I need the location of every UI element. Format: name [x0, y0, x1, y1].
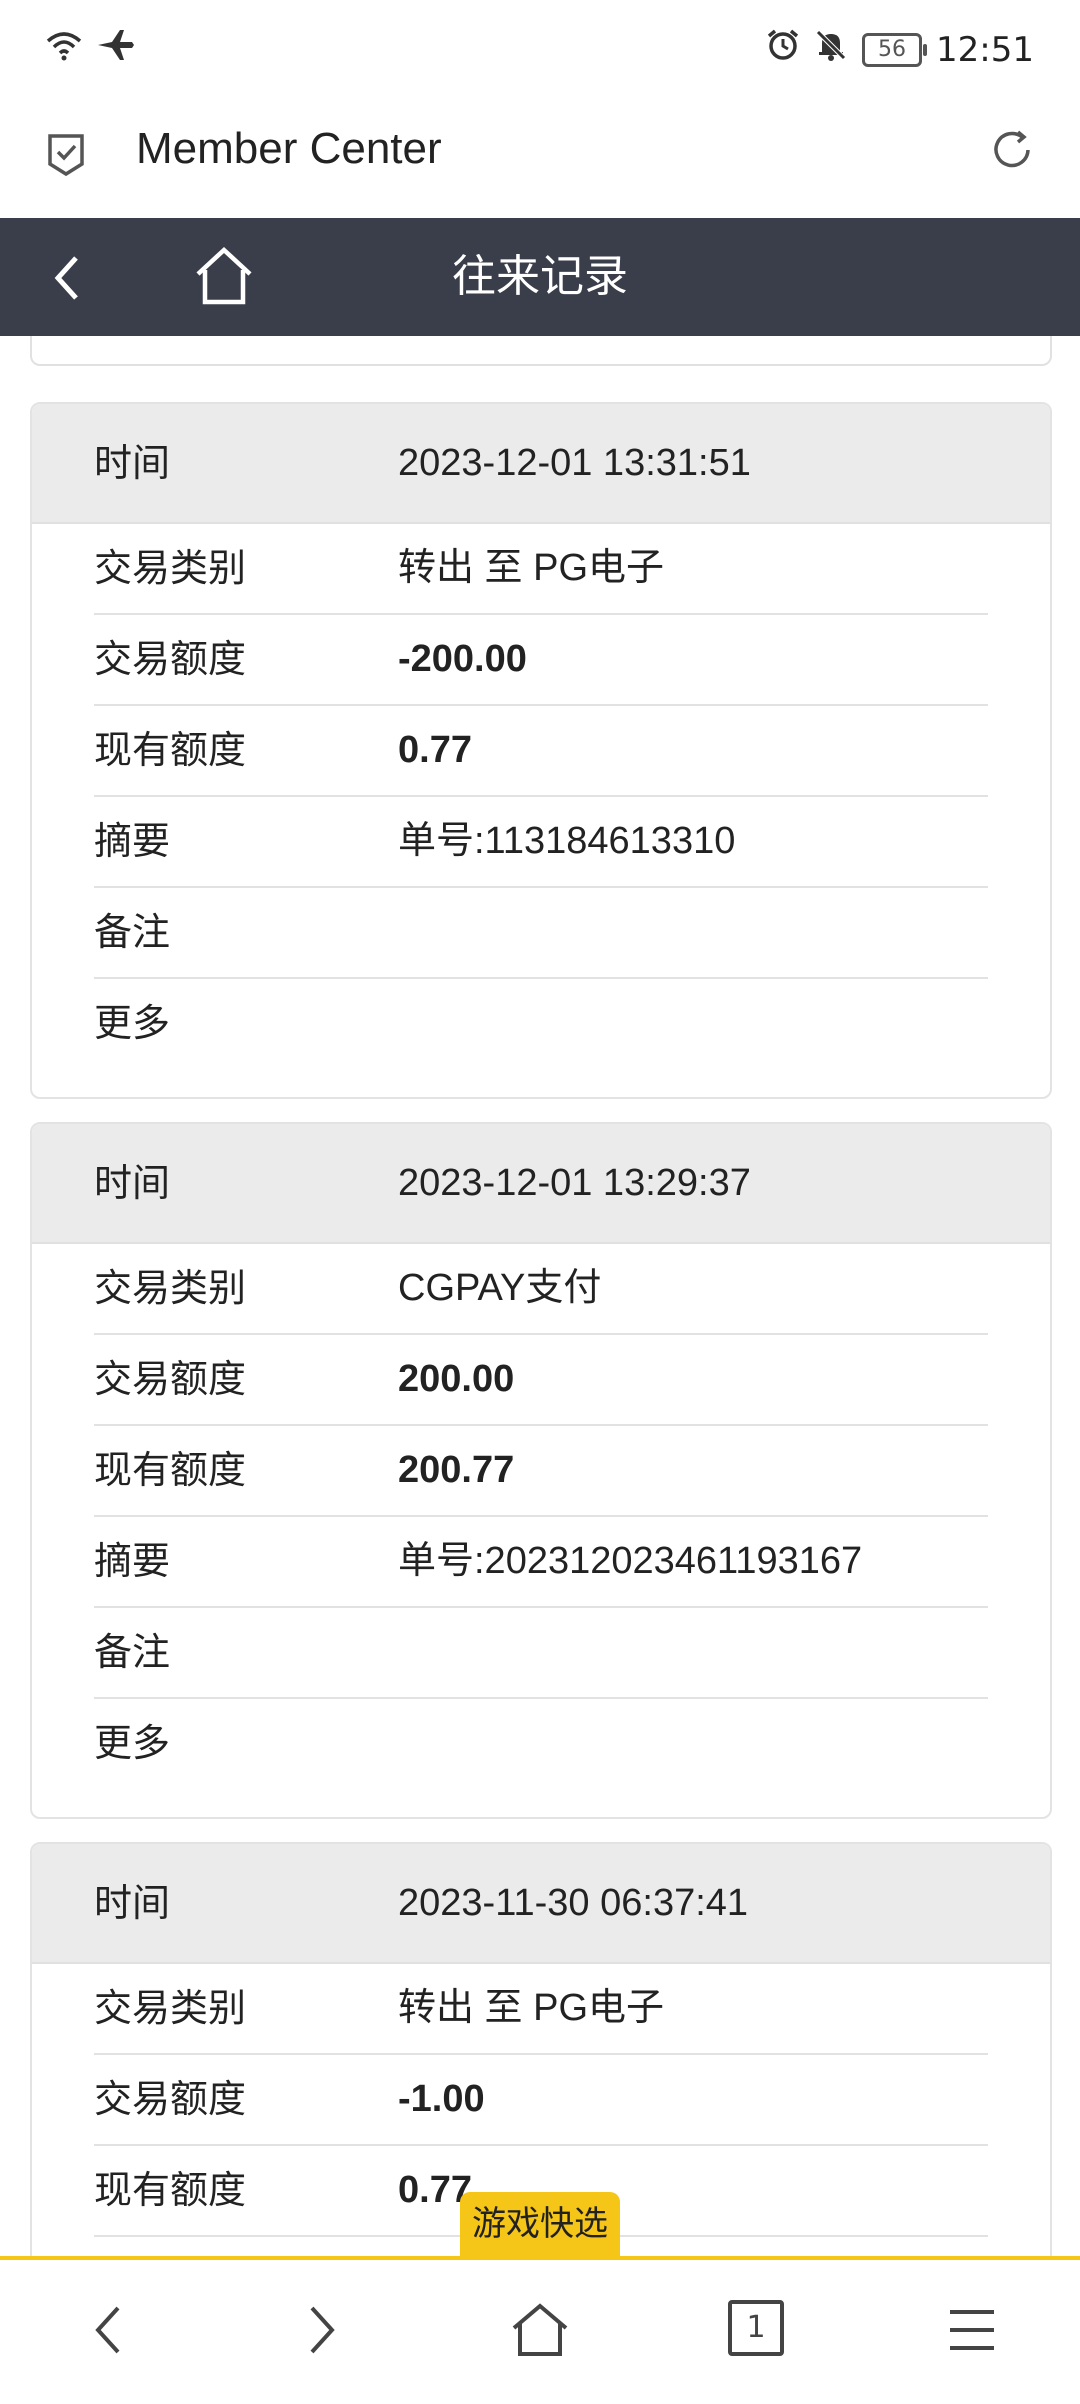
record-row: 备注 [94, 888, 988, 979]
summary-label: 摘要 [94, 819, 171, 863]
record-row-more[interactable]: 更多 [94, 979, 988, 1097]
more-label[interactable]: 更多 [94, 1699, 170, 1788]
time-label: 时间 [94, 1881, 171, 1925]
previous-record-card [30, 336, 1052, 366]
record-row: 现有额度 200.77 [94, 1426, 988, 1517]
type-value: 转出 至 PG电子 [398, 1987, 665, 2029]
battery-indicator: 56 [862, 32, 928, 67]
record-row: 交易类别 转出 至 PG电子 [94, 524, 988, 615]
records-list[interactable]: 时间 2023-12-01 13:31:51 交易类别 转出 至 PG电子 交易… [0, 336, 1080, 2260]
amount-label: 交易额度 [94, 2077, 247, 2121]
amount-value: -1.00 [398, 2078, 485, 2120]
time-label: 时间 [94, 1161, 171, 1205]
note-label: 备注 [94, 1630, 171, 1674]
time-label: 时间 [94, 441, 171, 485]
balance-value: 0.77 [398, 729, 472, 771]
balance-label: 现有额度 [94, 1448, 247, 1492]
record-card-header: 时间 2023-11-30 06:37:41 [32, 1844, 1050, 1964]
amount-label: 交易额度 [94, 637, 247, 681]
balance-label: 现有额度 [94, 2168, 247, 2212]
record-row: 摘要 单号:202312023461193167 [94, 1517, 988, 1608]
tabs-icon[interactable]: 1 [728, 2300, 784, 2356]
record-card: 时间 2023-12-01 13:29:37 交易类别 CGPAY支付 交易额度… [30, 1122, 1052, 1819]
record-card-header: 时间 2023-12-01 13:31:51 [32, 404, 1050, 524]
balance-value: 200.77 [398, 1449, 515, 1491]
reload-icon[interactable] [988, 126, 1036, 178]
record-card-header: 时间 2023-12-01 13:29:37 [32, 1124, 1050, 1244]
record-row: 交易类别 转出 至 PG电子 [94, 1964, 988, 2055]
type-value: 转出 至 PG电子 [398, 547, 665, 589]
record-row: 备注 [94, 1608, 988, 1699]
record-row: 交易额度 -200.00 [94, 615, 988, 706]
page-nav-bar: 往来记录 [0, 218, 1080, 336]
record-row-more[interactable]: 更多 [94, 1699, 988, 1817]
bell-off-icon [814, 28, 848, 71]
airplane-icon [96, 28, 136, 66]
balance-label: 现有额度 [94, 728, 247, 772]
shield-check-icon[interactable] [44, 130, 88, 182]
home-icon[interactable] [508, 2300, 572, 2364]
forward-icon[interactable] [300, 2300, 344, 2364]
more-label[interactable]: 更多 [94, 979, 170, 1068]
summary-value: 单号:113184613310 [398, 820, 736, 862]
page-title: 往来记录 [452, 251, 628, 302]
browser-title-bar: Member Center [0, 100, 1080, 218]
record-card: 时间 2023-12-01 13:31:51 交易类别 转出 至 PG电子 交易… [30, 402, 1052, 1099]
type-label: 交易类别 [94, 1266, 247, 1310]
browser-bottom-bar: 1 [0, 2256, 1080, 2404]
back-icon[interactable] [86, 2300, 130, 2364]
time-value: 2023-12-01 13:29:37 [398, 1162, 751, 1204]
tab-count: 1 [746, 2310, 766, 2345]
note-label: 备注 [94, 910, 171, 954]
time-value: 2023-11-30 06:37:41 [398, 1882, 749, 1924]
time-value: 2023-12-01 13:31:51 [398, 442, 751, 484]
game-quick-select-tab[interactable]: 游戏快选 [460, 2192, 620, 2256]
menu-icon[interactable] [946, 2300, 998, 2364]
summary-label: 摘要 [94, 1539, 171, 1583]
browser-page-title: Member Center [136, 124, 442, 173]
amount-value: -200.00 [398, 638, 527, 680]
alarm-icon [766, 28, 800, 71]
type-label: 交易类别 [94, 546, 247, 590]
type-value: CGPAY支付 [398, 1267, 602, 1309]
record-row: 交易类别 CGPAY支付 [94, 1244, 988, 1335]
record-row: 摘要 单号:113184613310 [94, 797, 988, 888]
type-label: 交易类别 [94, 1986, 247, 2030]
wifi-icon [44, 29, 84, 65]
summary-value: 单号:202312023461193167 [398, 1540, 863, 1582]
record-row: 交易额度 200.00 [94, 1335, 988, 1426]
amount-value: 200.00 [398, 1358, 515, 1400]
amount-label: 交易额度 [94, 1357, 247, 1401]
record-row: 现有额度 0.77 [94, 706, 988, 797]
record-row: 交易额度 -1.00 [94, 2055, 988, 2146]
status-time: 12:51 [936, 29, 1034, 70]
status-bar: 56 12:51 [0, 0, 1080, 100]
